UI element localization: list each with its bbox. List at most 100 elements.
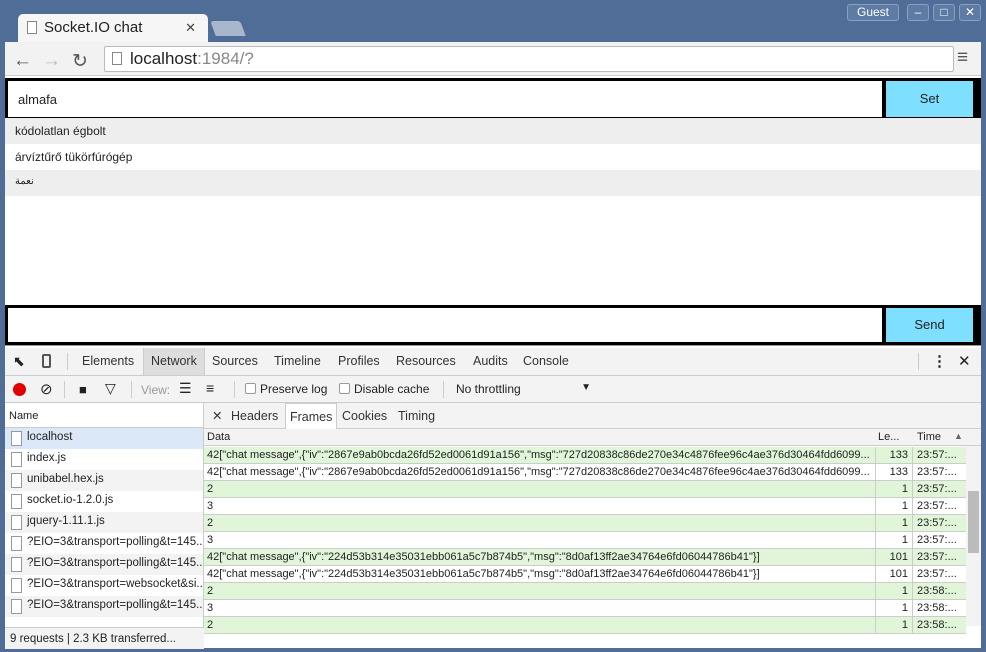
request-list: Name localhost index.js unibabel.hex.js soc… — [5, 403, 204, 649]
message-item: kódolatlan égbolt — [5, 118, 981, 144]
menu-icon[interactable]: ≡ — [957, 47, 968, 69]
tab-console[interactable]: Console — [516, 348, 576, 375]
frame-row[interactable]: 3 1 23:58:... — [204, 600, 966, 617]
frame-time: 23:57:... — [912, 498, 966, 514]
address-bar[interactable]: localhost:1984/? — [104, 46, 954, 72]
device-mode-icon[interactable] — [42, 354, 51, 368]
filter-icon[interactable]: ▽ — [105, 380, 116, 397]
list-view-icon[interactable]: ☰ — [179, 380, 192, 397]
request-item[interactable]: unibabel.hex.js — [5, 470, 203, 491]
time-column-header[interactable]: Time — [917, 431, 941, 443]
request-name: ?EIO=3&transport=polling&t=145... — [27, 557, 203, 569]
profile-button[interactable]: Guest — [847, 4, 899, 21]
frame-length: 1 — [875, 481, 912, 497]
frame-row[interactable]: 42["chat message",{"iv":"2867e9ab0bcda26… — [204, 464, 966, 481]
disable-cache-checkbox[interactable]: Disable cache — [339, 382, 429, 396]
request-item[interactable]: ?EIO=3&transport=websocket&si... — [5, 575, 203, 596]
data-column-header[interactable]: Data — [207, 431, 230, 443]
clear-icon[interactable]: ⊘ — [40, 380, 53, 398]
request-item[interactable]: jquery-1.11.1.js — [5, 512, 203, 533]
frame-data: 42["chat message",{"iv":"2867e9ab0bcda26… — [207, 449, 870, 461]
preserve-log-checkbox[interactable]: Preserve log — [245, 382, 327, 396]
close-details-icon[interactable]: ✕ — [208, 403, 226, 429]
tab-elements[interactable]: Elements — [75, 348, 141, 375]
frame-time: 23:57:... — [912, 464, 966, 480]
tab-cookies[interactable]: Cookies — [338, 403, 391, 429]
request-name: localhost — [27, 431, 73, 443]
tab-profiles[interactable]: Profiles — [331, 348, 387, 375]
request-item[interactable]: socket.io-1.2.0.js — [5, 491, 203, 512]
length-column-header[interactable]: Le... — [878, 431, 899, 443]
frames-scrollbar[interactable] — [966, 446, 981, 626]
request-item[interactable]: index.js — [5, 449, 203, 470]
frame-data: 2 — [207, 619, 214, 631]
frame-row[interactable]: 3 1 23:57:... — [204, 498, 966, 515]
minimize-button[interactable]: – — [907, 4, 929, 21]
tab-frames[interactable]: Frames — [285, 403, 338, 429]
scrollbar-thumb[interactable] — [968, 491, 979, 553]
overview-icon[interactable]: ≡ — [206, 380, 214, 396]
request-name: ?EIO=3&transport=polling&t=145... — [27, 536, 203, 548]
tab-resources[interactable]: Resources — [389, 348, 463, 375]
frame-time: 23:57:... — [912, 532, 966, 548]
request-name: index.js — [27, 452, 66, 464]
forward-icon[interactable]: → — [42, 50, 61, 72]
tab-headers[interactable]: Headers — [227, 403, 282, 429]
reload-icon[interactable]: ↻ — [72, 50, 88, 73]
frame-data: 42["chat message",{"iv":"2867e9ab0bcda26… — [207, 466, 870, 478]
file-icon — [11, 536, 22, 551]
close-window-button[interactable]: ✕ — [959, 4, 981, 21]
name-input[interactable]: almafa — [8, 81, 882, 117]
request-name: socket.io-1.2.0.js — [27, 494, 114, 506]
frame-time: 23:57:... — [912, 549, 966, 565]
frame-length: 101 — [875, 566, 912, 582]
frame-row[interactable]: 2 1 23:58:... — [204, 583, 966, 600]
throttling-select[interactable]: No throttling ▼ — [456, 382, 591, 396]
message-item: نعمة — [5, 170, 981, 196]
frame-row[interactable]: 2 1 23:57:... — [204, 481, 966, 498]
url-path: :1984/? — [197, 49, 254, 68]
more-icon[interactable]: ⋮ — [932, 352, 947, 370]
capture-screenshots-icon[interactable]: ■ — [79, 382, 87, 397]
request-item[interactable]: ?EIO=3&transport=polling&t=145... — [5, 533, 203, 554]
frame-data: 42["chat message",{"iv":"224d53b314e3503… — [207, 568, 760, 580]
close-tab-icon[interactable]: ✕ — [185, 20, 196, 36]
network-toolbar: ⊘ ■ ▽ View: ☰ ≡ Preserve log Disable cac… — [5, 376, 981, 403]
maximize-button[interactable]: □ — [933, 4, 955, 21]
request-name: jquery-1.11.1.js — [27, 515, 105, 527]
frame-row[interactable]: 42["chat message",{"iv":"224d53b314e3503… — [204, 566, 966, 583]
request-item[interactable]: localhost — [5, 428, 203, 449]
frame-length: 1 — [875, 532, 912, 548]
back-icon[interactable]: ← — [13, 50, 32, 72]
set-button[interactable]: Set — [886, 81, 973, 117]
browser-tab[interactable]: Socket.IO chat ✕ — [18, 14, 208, 42]
request-item[interactable]: ?EIO=3&transport=polling&t=145... — [5, 596, 203, 617]
name-column-header[interactable]: Name — [5, 403, 203, 428]
frame-row[interactable]: 2 1 23:57:... — [204, 515, 966, 532]
name-form: almafa Set — [5, 78, 981, 120]
frame-data: 2 — [207, 483, 214, 495]
network-status: 9 requests | 2.3 KB transferred... — [5, 627, 204, 649]
frame-row[interactable]: 3 1 23:57:... — [204, 532, 966, 549]
frame-row[interactable]: 2 1 23:58:... — [204, 617, 966, 634]
tab-timing[interactable]: Timing — [394, 403, 439, 429]
frame-time: 23:57:... — [912, 481, 966, 497]
request-name: ?EIO=3&transport=polling&t=145... — [27, 599, 203, 611]
frame-row[interactable]: 42["chat message",{"iv":"2867e9ab0bcda26… — [204, 447, 966, 464]
tab-timeline[interactable]: Timeline — [267, 348, 328, 375]
new-tab-button[interactable] — [210, 21, 246, 36]
frame-length: 133 — [875, 447, 912, 463]
tab-title: Socket.IO chat — [44, 19, 143, 36]
frames-header: Data Le... Time ▲ — [204, 429, 981, 446]
file-icon — [11, 473, 22, 488]
record-icon[interactable] — [13, 383, 26, 396]
tab-audits[interactable]: Audits — [466, 348, 515, 375]
close-devtools-icon[interactable]: ✕ — [958, 352, 971, 370]
frame-row[interactable]: 42["chat message",{"iv":"224d53b314e3503… — [204, 549, 966, 566]
message-input[interactable] — [8, 308, 882, 342]
send-button[interactable]: Send — [886, 308, 973, 342]
tab-sources[interactable]: Sources — [205, 348, 265, 375]
request-item[interactable]: ?EIO=3&transport=polling&t=145... — [5, 554, 203, 575]
inspect-icon[interactable]: ⬉ — [13, 353, 25, 370]
tab-network[interactable]: Network — [143, 348, 205, 375]
